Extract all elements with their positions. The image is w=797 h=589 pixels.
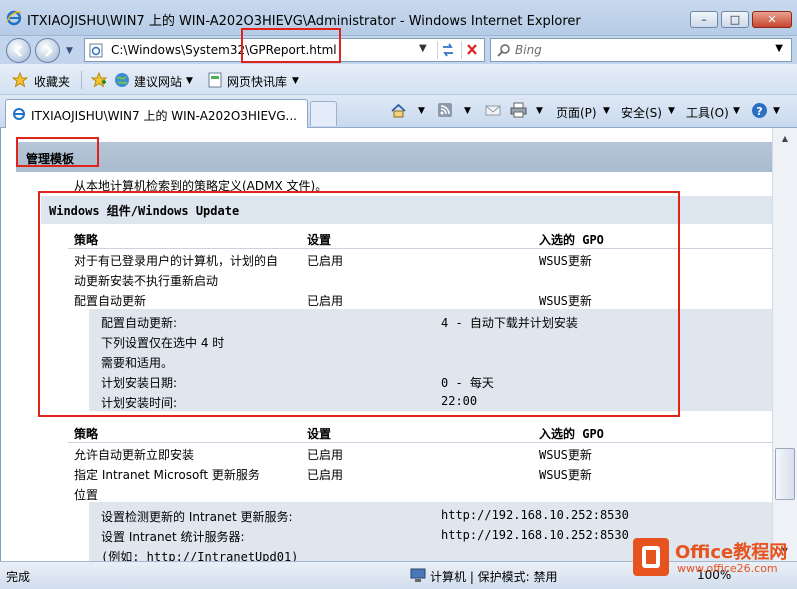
tools-menu[interactable]: 工具(O) xyxy=(686,104,729,121)
add-favorite-icon[interactable] xyxy=(91,72,107,88)
policy-name: 指定 Intranet Microsoft 更新服务 xyxy=(74,468,260,482)
recent-pages-dropdown[interactable]: ▼ xyxy=(66,46,73,56)
security-zone[interactable]: 计算机 | 保护模式: 禁用 xyxy=(430,568,558,585)
tab-bar: ITXIAOJISHU\WIN7 上的 WIN-A202O3HIEVG... ▼… xyxy=(0,95,797,128)
windows-update-highlight-box xyxy=(38,191,680,417)
feeds-icon[interactable] xyxy=(437,102,453,118)
forward-arrow-icon xyxy=(45,45,53,57)
detail-label: 设置 Intranet 统计服务器: xyxy=(101,530,245,544)
computer-zone-icon xyxy=(410,568,426,582)
stop-button[interactable] xyxy=(461,41,483,59)
maximize-button[interactable]: □ xyxy=(721,11,749,28)
feeds-dropdown[interactable]: ▼ xyxy=(464,106,471,116)
home-dropdown[interactable]: ▼ xyxy=(418,106,425,116)
safety-menu-dropdown[interactable]: ▼ xyxy=(668,106,675,116)
help-icon[interactable]: ? xyxy=(751,102,768,119)
scrollbar-thumb[interactable] xyxy=(775,448,795,500)
address-row: ▼ C:\Windows\System32\GPReport.html ▼ Bi… xyxy=(0,36,797,64)
detail-value: http://192.168.10.252:8530 xyxy=(441,508,629,522)
suggested-sites-link[interactable]: 建议网站 xyxy=(134,73,182,90)
search-icon xyxy=(497,44,510,57)
policy-name-cont: 位置 xyxy=(74,488,99,502)
search-placeholder[interactable]: Bing xyxy=(515,43,542,57)
report-content: 管理模板 从本地计算机检索到的策略定义(ADMX 文件)。 Windows 组件… xyxy=(0,128,772,561)
print-icon[interactable] xyxy=(510,102,527,118)
header-divider xyxy=(68,442,772,443)
web-slice-icon xyxy=(208,72,222,88)
policy-setting: 已启用 xyxy=(307,448,344,462)
safety-menu[interactable]: 安全(S) xyxy=(621,104,662,121)
search-box[interactable]: Bing ▼ xyxy=(490,38,792,62)
status-text: 完成 xyxy=(6,570,31,584)
tab-gpreport[interactable]: ITXIAOJISHU\WIN7 上的 WIN-A202O3HIEVG... xyxy=(5,99,308,128)
page-menu-dropdown[interactable]: ▼ xyxy=(603,106,610,116)
vertical-scrollbar[interactable]: ▲ ▼ xyxy=(772,128,797,561)
column-header-policy: 策略 xyxy=(74,427,99,441)
svg-text:?: ? xyxy=(756,105,762,118)
help-dropdown[interactable]: ▼ xyxy=(773,106,780,116)
ie-icon xyxy=(6,10,22,26)
scroll-up-arrow-icon[interactable]: ▲ xyxy=(775,130,795,147)
search-options-dropdown[interactable]: ▼ xyxy=(775,43,783,54)
section-header-admin-templates[interactable]: 管理模板 xyxy=(16,142,772,172)
tools-menu-dropdown[interactable]: ▼ xyxy=(733,106,740,116)
home-icon[interactable] xyxy=(390,102,407,119)
favorites-separator xyxy=(81,71,82,89)
column-header-setting: 设置 xyxy=(307,427,332,441)
address-dropdown-icon[interactable]: ▼ xyxy=(419,43,427,54)
window-title: ITXIAOJISHU\WIN7 上的 WIN-A202O3HIEVG\Admi… xyxy=(27,14,581,29)
tab-title: ITXIAOJISHU\WIN7 上的 WIN-A202O3HIEVG... xyxy=(31,109,297,123)
web-slice-gallery-link[interactable]: 网页快讯库 xyxy=(227,73,287,90)
policy-gpo: WSUS更新 xyxy=(539,468,592,482)
favorites-bar: 收藏夹 建议网站 ▼ 网页快讯库 ▼ xyxy=(0,64,797,95)
watermark: Office教程网 www.office26.com xyxy=(633,536,793,582)
globe-icon xyxy=(115,73,129,87)
forward-button[interactable] xyxy=(35,38,60,63)
detail-label: 设置检测更新的 Intranet 更新服务: xyxy=(101,510,293,524)
title-bar: ITXIAOJISHU\WIN7 上的 WIN-A202O3HIEVG\Admi… xyxy=(0,0,797,36)
new-tab-button[interactable] xyxy=(310,101,337,126)
minimize-button[interactable]: – xyxy=(690,11,718,28)
print-dropdown[interactable]: ▼ xyxy=(536,106,543,116)
section-highlight-box xyxy=(16,137,99,167)
web-slice-dropdown[interactable]: ▼ xyxy=(292,76,299,86)
url-highlight-box xyxy=(241,28,341,63)
refresh-icon xyxy=(443,43,453,57)
policy-name: 允许自动更新立即安装 xyxy=(74,448,195,462)
page-icon xyxy=(89,43,103,58)
stop-icon xyxy=(467,44,477,55)
favorites-star-icon xyxy=(12,72,28,88)
policy-setting: 已启用 xyxy=(307,468,344,482)
favorites-button[interactable]: 收藏夹 xyxy=(34,73,70,90)
back-button[interactable] xyxy=(6,38,31,63)
watermark-url: www.office26.com xyxy=(677,562,778,575)
ie-tab-icon xyxy=(13,108,25,120)
refresh-button[interactable] xyxy=(437,41,459,59)
watermark-title: Office教程网 xyxy=(675,542,788,563)
page-menu[interactable]: 页面(P) xyxy=(556,104,597,121)
office-logo-icon xyxy=(633,538,669,576)
close-button[interactable]: ✕ xyxy=(752,11,792,28)
mail-icon[interactable] xyxy=(485,102,501,118)
policy-gpo: WSUS更新 xyxy=(539,448,592,462)
detail-label: (例如: http://IntranetUpd01) xyxy=(101,550,299,561)
detail-value: http://192.168.10.252:8530 xyxy=(441,528,629,542)
suggested-sites-dropdown[interactable]: ▼ xyxy=(186,76,193,86)
back-arrow-icon xyxy=(14,45,22,57)
column-header-gpo: 入选的 GPO xyxy=(539,427,604,441)
